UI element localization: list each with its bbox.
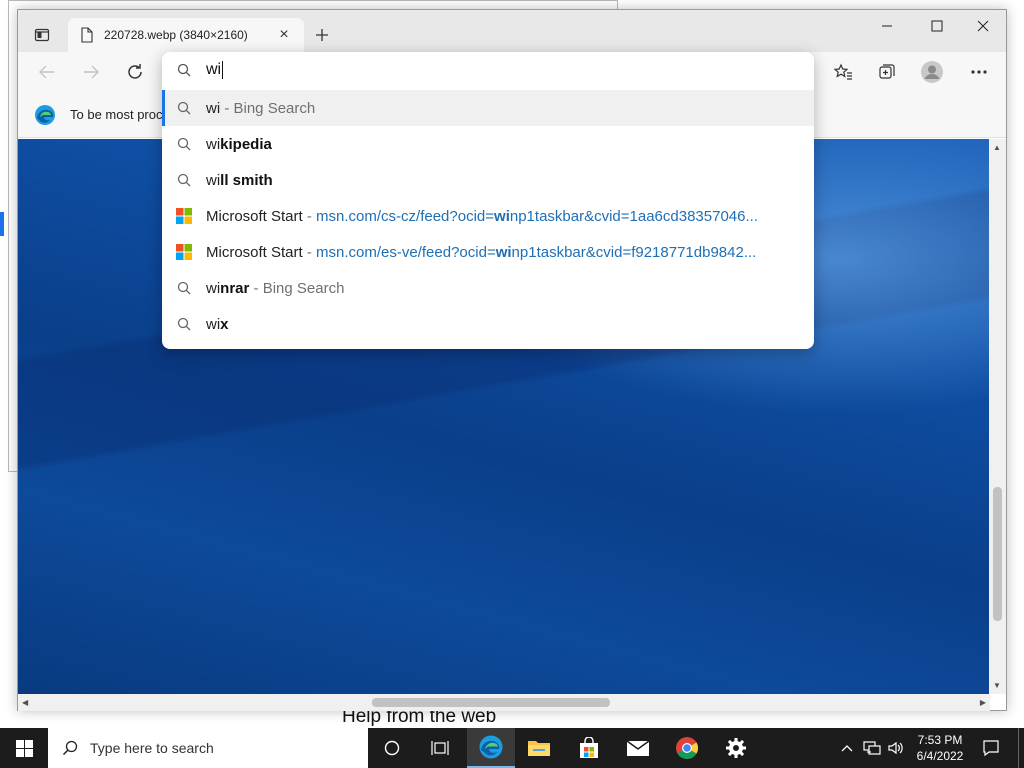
suggestion-url-part: np1taskbar&cvid=f9218771db9842... — [511, 243, 757, 261]
close-icon[interactable] — [960, 10, 1006, 42]
taskbar-search-box[interactable]: Type here to search — [48, 728, 368, 768]
clock[interactable]: 7:53 PM 6/4/2022 — [910, 728, 970, 768]
search-icon — [162, 281, 206, 295]
address-bar-dropdown: wi wi - Bing Search wikipedia will smith Mi… — [162, 52, 814, 349]
store-icon[interactable] — [565, 728, 613, 768]
address-bar-typed-text: wi — [206, 61, 222, 78]
collections-icon[interactable] — [872, 58, 902, 86]
suggestion-completion: ll smith — [220, 171, 273, 189]
suggestion-completion: nrar — [220, 279, 250, 297]
show-hidden-icons-chevron-icon[interactable] — [836, 728, 858, 768]
vertical-scrollbar[interactable]: ▲ ▼ — [989, 139, 1006, 694]
vertical-scroll-thumb[interactable] — [993, 487, 1002, 621]
back-icon[interactable] — [32, 58, 62, 86]
refresh-icon[interactable] — [120, 58, 150, 86]
more-options-icon[interactable] — [964, 58, 994, 86]
search-icon — [162, 317, 206, 331]
suggestion-url: msn.com/es-ve/feed?ocid=winp1taskbar&cvi… — [316, 244, 756, 261]
horizontal-scrollbar[interactable]: ◀ ▶ — [18, 694, 990, 711]
minimize-icon[interactable] — [864, 10, 910, 42]
tab-title: 220728.webp (3840×2160) — [104, 28, 248, 42]
suggestion-text: wi - Bing Search — [206, 100, 315, 117]
forward-icon[interactable] — [76, 58, 106, 86]
suggestion-text: winrar - Bing Search — [206, 280, 344, 297]
suggestion-separator: - — [302, 243, 317, 261]
suggestion-url-match: wi — [495, 243, 512, 261]
search-icon — [162, 137, 206, 151]
notifications-icon[interactable] — [976, 728, 1006, 768]
suggestion-source: - Bing Search — [249, 279, 345, 297]
edge-taskbar-icon[interactable] — [467, 728, 515, 768]
suggestion-completion: kipedia — [220, 135, 272, 153]
address-bar-input[interactable]: wi — [162, 52, 814, 88]
volume-icon[interactable] — [884, 728, 908, 768]
file-icon — [78, 26, 96, 44]
suggestion-item[interactable]: Microsoft Start - msn.com/cs-cz/feed?oci… — [162, 198, 814, 234]
scroll-up-icon[interactable]: ▲ — [993, 143, 1001, 152]
task-view-icon[interactable] — [416, 728, 464, 768]
tab-actions-icon[interactable] — [28, 21, 56, 49]
suggestion-separator: - — [302, 207, 317, 225]
suggestion-item[interactable]: Microsoft Start - msn.com/es-ve/feed?oci… — [162, 234, 814, 270]
favorites-bar-text[interactable]: To be most proc — [70, 107, 163, 122]
search-icon — [162, 63, 206, 77]
suggestion-url-part: msn.com/cs-cz/feed?ocid= — [316, 207, 495, 225]
taskbar-search-placeholder: Type here to search — [90, 740, 214, 756]
suggestion-typed-part: wi — [206, 315, 221, 333]
suggestion-url-match: wi — [494, 207, 510, 225]
chrome-icon[interactable] — [663, 728, 711, 768]
microsoft-logo-icon — [162, 208, 206, 224]
suggestion-typed-part: wi — [206, 279, 221, 297]
taskbar: Type here to search 7:53 PM 6/4/2022 — [0, 728, 1024, 768]
suggestion-text: will smith — [206, 172, 273, 189]
maximize-icon[interactable] — [914, 10, 960, 42]
edge-logo-icon[interactable] — [34, 104, 56, 126]
suggestion-item[interactable]: wix — [162, 306, 814, 342]
active-tab[interactable]: 220728.webp (3840×2160) × — [68, 18, 304, 52]
favorites-icon[interactable] — [828, 58, 858, 86]
clock-date: 6/4/2022 — [916, 749, 964, 763]
microsoft-logo-icon — [162, 244, 206, 260]
suggestion-source: - Bing Search — [220, 99, 316, 117]
search-icon — [162, 101, 206, 115]
suggestion-item[interactable]: wikipedia — [162, 126, 814, 162]
suggestion-item[interactable]: winrar - Bing Search — [162, 270, 814, 306]
suggestion-typed-part: wi — [206, 99, 221, 117]
suggestion-completion: x — [220, 315, 229, 333]
windows-logo-icon — [15, 739, 33, 757]
suggestion-typed-part: wi — [206, 135, 221, 153]
scroll-left-icon[interactable]: ◀ — [22, 698, 28, 707]
suggestion-item[interactable]: wi - Bing Search — [162, 90, 814, 126]
suggestion-text: wix — [206, 316, 229, 333]
background-window-selection-marker — [0, 212, 4, 236]
suggestion-url: msn.com/cs-cz/feed?ocid=winp1taskbar&cvi… — [316, 208, 758, 225]
suggestion-text: wikipedia — [206, 136, 272, 153]
suggestion-typed-part: wi — [206, 171, 221, 189]
show-desktop-button[interactable] — [1018, 728, 1024, 768]
search-icon — [162, 173, 206, 187]
scroll-right-icon[interactable]: ▶ — [980, 698, 986, 707]
tab-strip: 220728.webp (3840×2160) × — [18, 10, 1006, 52]
suggestion-title: Microsoft Start — [206, 243, 303, 261]
network-icon[interactable] — [860, 728, 884, 768]
suggestion-item[interactable]: will smith — [162, 162, 814, 198]
suggestion-url-part: msn.com/es-ve/feed?ocid= — [316, 243, 496, 261]
profile-avatar-icon[interactable] — [917, 58, 947, 86]
suggestion-text: Microsoft Start - msn.com/cs-cz/feed?oci… — [206, 208, 758, 225]
clock-time: 7:53 PM — [917, 733, 963, 747]
scroll-down-icon[interactable]: ▼ — [993, 681, 1001, 690]
start-button[interactable] — [0, 728, 48, 768]
new-tab-icon[interactable] — [310, 23, 334, 47]
cortana-icon[interactable] — [368, 728, 416, 768]
horizontal-scroll-thumb[interactable] — [372, 698, 610, 707]
tab-close-icon[interactable]: × — [274, 25, 294, 45]
file-explorer-icon[interactable] — [515, 728, 563, 768]
suggestion-url-part: np1taskbar&cvid=1aa6cd38357046... — [509, 207, 758, 225]
suggestion-title: Microsoft Start — [206, 207, 303, 225]
settings-gear-icon[interactable] — [712, 728, 760, 768]
search-icon — [62, 740, 78, 756]
text-caret — [222, 61, 224, 79]
suggestion-text: Microsoft Start - msn.com/es-ve/feed?oci… — [206, 244, 756, 261]
mail-icon[interactable] — [614, 728, 662, 768]
